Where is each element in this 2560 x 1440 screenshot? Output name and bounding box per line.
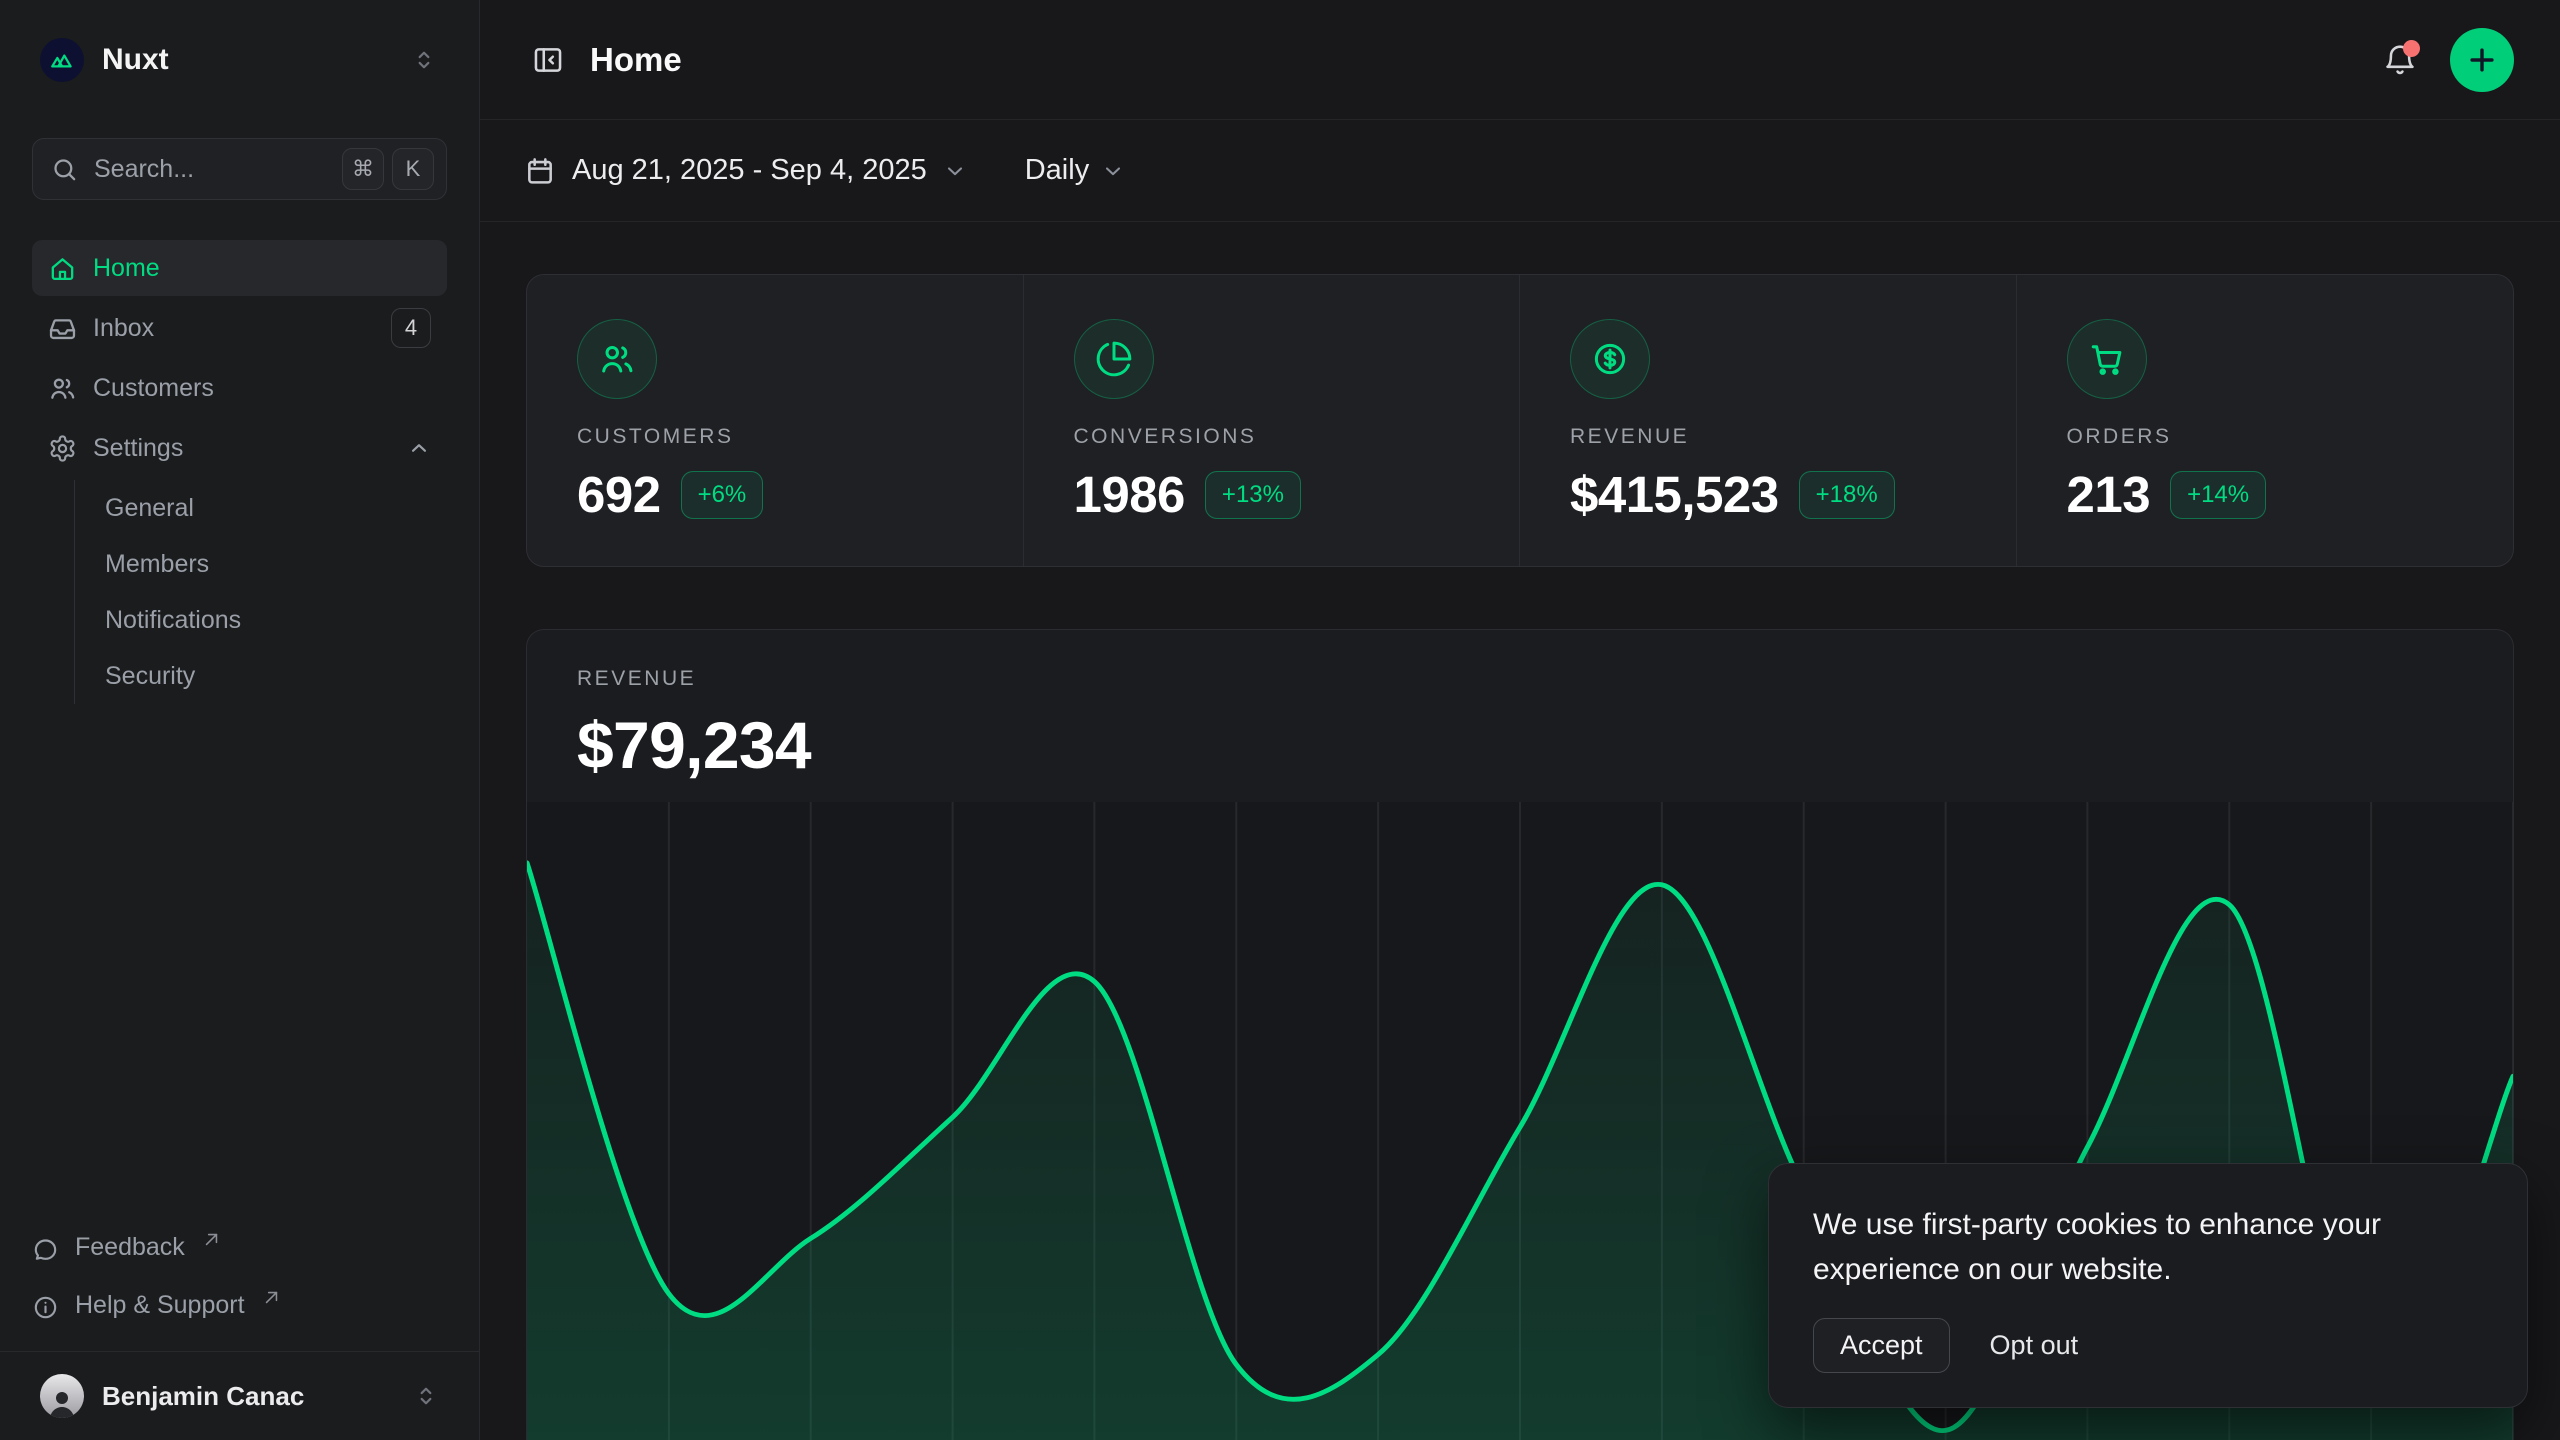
notifications-button-wrap bbox=[2376, 36, 2424, 84]
nuxt-logo-icon bbox=[40, 38, 84, 82]
sidebar-footer: Feedback Help & Support bbox=[32, 1221, 447, 1351]
stat-label: CUSTOMERS bbox=[577, 425, 1023, 449]
filter-toolbar: Aug 21, 2025 - Sep 4, 2025 Daily bbox=[480, 120, 2560, 222]
sidebar-nav: Home Inbox 4 Customers Settings General bbox=[32, 240, 447, 704]
gear-icon bbox=[48, 434, 77, 463]
footer-item-label: Feedback bbox=[75, 1233, 185, 1262]
kbd-cmd: ⌘ bbox=[342, 148, 384, 190]
pie-chart-icon bbox=[1095, 340, 1133, 378]
stat-label: ORDERS bbox=[2067, 425, 2514, 449]
page-header: Home bbox=[480, 0, 2560, 120]
revenue-chart-value: $79,234 bbox=[577, 707, 2463, 783]
external-link-icon bbox=[203, 1231, 220, 1248]
sidebar-subitem-members[interactable]: Members bbox=[105, 536, 447, 592]
stat-card-conversions[interactable]: CONVERSIONS 1986 +13% bbox=[1024, 275, 1521, 566]
stat-value: 692 bbox=[577, 465, 661, 524]
cookie-accept-button[interactable]: Accept bbox=[1813, 1318, 1950, 1373]
message-bubble-icon bbox=[32, 1236, 59, 1263]
cookie-banner: We use first-party cookies to enhance yo… bbox=[1768, 1163, 2528, 1408]
stat-card-customers[interactable]: CUSTOMERS 692 +6% bbox=[527, 275, 1024, 566]
calendar-icon bbox=[524, 155, 556, 187]
stat-label: REVENUE bbox=[1570, 425, 2016, 449]
inbox-icon bbox=[48, 314, 77, 343]
avatar bbox=[40, 1374, 84, 1418]
circle-dollar-icon bbox=[1591, 340, 1629, 378]
workspace-name: Nuxt bbox=[102, 43, 411, 77]
panel-left-close-icon bbox=[531, 43, 565, 77]
stat-delta-badge: +18% bbox=[1799, 471, 1895, 519]
revenue-chart-header: REVENUE $79,234 bbox=[527, 630, 2513, 802]
sidebar-item-label: Settings bbox=[93, 434, 183, 463]
subitem-label: Members bbox=[105, 550, 209, 579]
sidebar-item-home[interactable]: Home bbox=[32, 240, 447, 296]
settings-submenu: General Members Notifications Security bbox=[74, 480, 447, 704]
chevrons-up-down-icon bbox=[413, 1383, 439, 1409]
stat-value: 213 bbox=[2067, 465, 2151, 524]
stat-delta-badge: +13% bbox=[1205, 471, 1301, 519]
sidebar-subitem-notifications[interactable]: Notifications bbox=[105, 592, 447, 648]
users-icon bbox=[48, 374, 77, 403]
external-link-icon bbox=[263, 1289, 280, 1306]
sidebar-item-feedback[interactable]: Feedback bbox=[32, 1221, 447, 1279]
sidebar: Nuxt Search... ⌘ K Home Inbox 4 bbox=[0, 0, 480, 1440]
sidebar-item-label: Home bbox=[93, 254, 160, 283]
stat-delta-badge: +14% bbox=[2170, 471, 2266, 519]
cookie-message: We use first-party cookies to enhance yo… bbox=[1813, 1202, 2433, 1292]
revenue-chart-label: REVENUE bbox=[577, 667, 2463, 691]
sidebar-subitem-general[interactable]: General bbox=[105, 480, 447, 536]
stat-value: $415,523 bbox=[1570, 465, 1779, 524]
footer-item-label: Help & Support bbox=[75, 1291, 245, 1320]
user-menu[interactable]: Benjamin Canac bbox=[32, 1352, 447, 1440]
chevron-down-icon bbox=[1101, 159, 1125, 183]
home-icon bbox=[48, 254, 77, 283]
date-range-picker[interactable]: Aug 21, 2025 - Sep 4, 2025 bbox=[524, 154, 967, 187]
chevron-down-icon bbox=[943, 159, 967, 183]
users-icon bbox=[598, 340, 636, 378]
subitem-label: General bbox=[105, 494, 194, 523]
info-circle-icon bbox=[32, 1294, 59, 1321]
kbd-k: K bbox=[392, 148, 434, 190]
chevron-up-icon bbox=[407, 436, 431, 460]
stat-delta-badge: +6% bbox=[681, 471, 764, 519]
sidebar-item-help-support[interactable]: Help & Support bbox=[32, 1279, 447, 1337]
collapse-sidebar-button[interactable] bbox=[524, 36, 572, 84]
sidebar-item-customers[interactable]: Customers bbox=[32, 360, 447, 416]
sidebar-item-label: Customers bbox=[93, 374, 214, 403]
notification-dot bbox=[2403, 40, 2420, 57]
search-input[interactable]: Search... ⌘ K bbox=[32, 138, 447, 200]
sidebar-item-settings[interactable]: Settings bbox=[32, 420, 447, 476]
sidebar-item-inbox[interactable]: Inbox 4 bbox=[32, 300, 447, 356]
add-button[interactable] bbox=[2450, 28, 2514, 92]
workspace-switcher[interactable]: Nuxt bbox=[32, 26, 447, 94]
search-icon bbox=[51, 156, 78, 183]
search-placeholder: Search... bbox=[94, 155, 334, 184]
inbox-count-badge: 4 bbox=[391, 308, 431, 348]
stat-card-orders[interactable]: ORDERS 213 +14% bbox=[2017, 275, 2514, 566]
subitem-label: Notifications bbox=[105, 606, 241, 635]
subitem-label: Security bbox=[105, 662, 195, 691]
chevrons-up-down-icon bbox=[411, 47, 437, 73]
stat-label: CONVERSIONS bbox=[1074, 425, 1520, 449]
cookie-optout-button[interactable]: Opt out bbox=[1990, 1330, 2079, 1361]
page-title: Home bbox=[590, 41, 2376, 79]
user-name: Benjamin Canac bbox=[102, 1381, 395, 1412]
date-range-value: Aug 21, 2025 - Sep 4, 2025 bbox=[572, 154, 927, 187]
sidebar-subitem-security[interactable]: Security bbox=[105, 648, 447, 704]
period-value: Daily bbox=[1025, 154, 1089, 187]
plus-icon bbox=[2465, 43, 2499, 77]
stats-panel: CUSTOMERS 692 +6% CONVERSIONS 1986 +13% bbox=[526, 274, 2514, 567]
stat-card-revenue[interactable]: REVENUE $415,523 +18% bbox=[1520, 275, 2017, 566]
stat-value: 1986 bbox=[1074, 465, 1185, 524]
person-silhouette-icon bbox=[44, 1386, 80, 1418]
cart-icon bbox=[2088, 340, 2126, 378]
period-select[interactable]: Daily bbox=[1025, 154, 1125, 187]
sidebar-item-label: Inbox bbox=[93, 314, 154, 343]
